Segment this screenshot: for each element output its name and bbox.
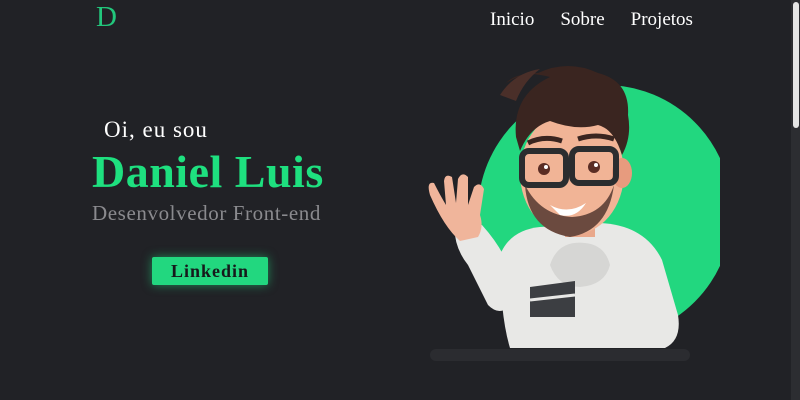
hero-greeting: Oi, eu sou <box>104 117 208 142</box>
logo[interactable]: D <box>96 3 117 32</box>
linkedin-button[interactable]: Linkedin <box>152 257 268 285</box>
portfolio-page: D Inicio Sobre Projetos Oi, eu sou Danie… <box>0 0 800 400</box>
eye-right <box>588 161 600 173</box>
main-nav: Inicio Sobre Projetos <box>490 9 719 31</box>
avatar-shadow <box>430 349 690 361</box>
waving-hand <box>428 174 484 241</box>
nav-item-sobre[interactable]: Sobre <box>560 9 604 31</box>
nav-item-inicio[interactable]: Inicio <box>490 9 534 31</box>
scrollbar-thumb[interactable] <box>793 2 799 128</box>
hero-name: Daniel Luis <box>92 146 324 197</box>
avatar-illustration <box>428 66 720 361</box>
eye-left-highlight <box>544 165 548 169</box>
eye-left <box>538 163 550 175</box>
hero-role: Desenvolvedor Front-end <box>92 201 321 225</box>
eye-right-highlight <box>594 163 598 167</box>
nav-item-projetos[interactable]: Projetos <box>631 9 693 31</box>
page-scrollbar[interactable] <box>791 0 800 400</box>
